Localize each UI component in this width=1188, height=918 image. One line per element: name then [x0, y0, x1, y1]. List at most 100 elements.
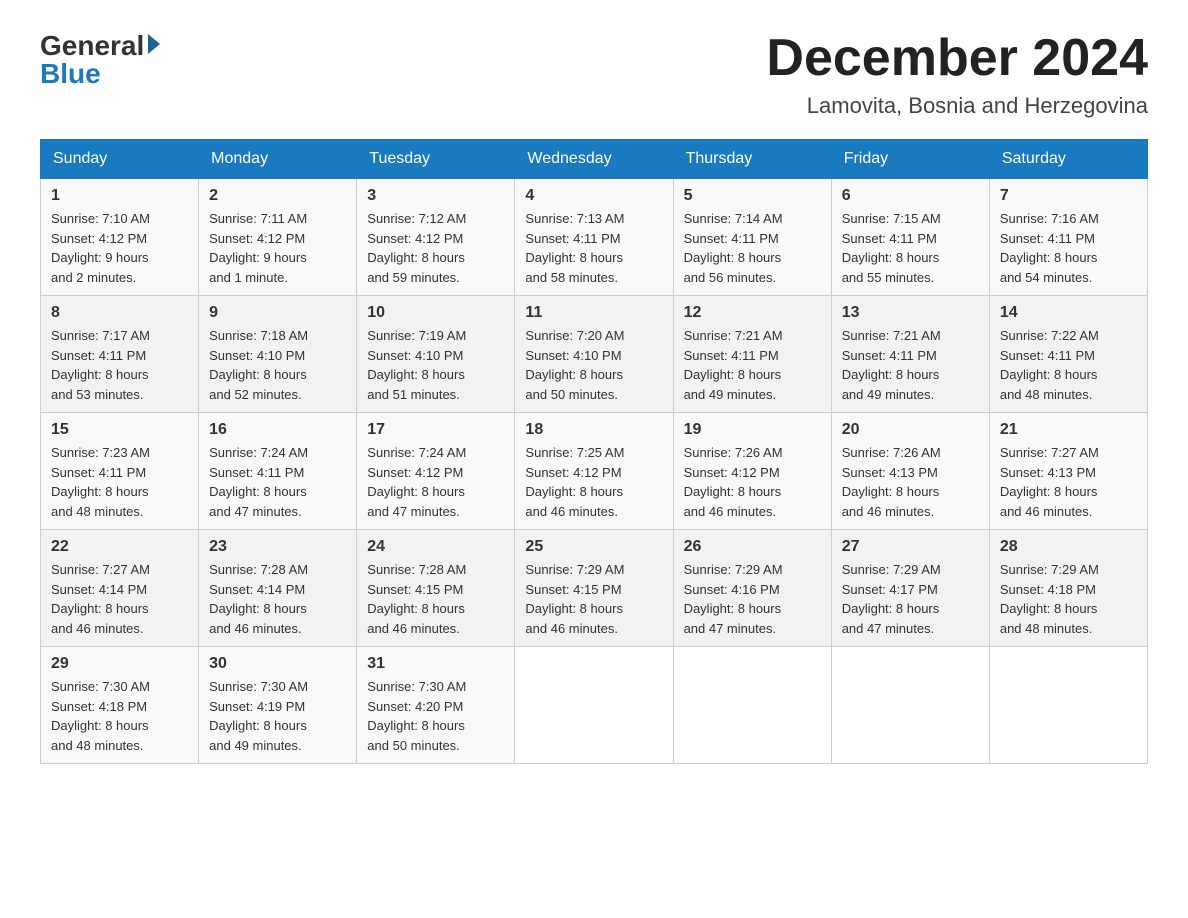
day-number: 25 [525, 538, 662, 556]
calendar-cell [831, 647, 989, 764]
logo: General Blue [40, 30, 160, 90]
title-section: December 2024 Lamovita, Bosnia and Herze… [766, 30, 1148, 119]
day-number: 14 [1000, 304, 1137, 322]
calendar-cell: 18 Sunrise: 7:25 AMSunset: 4:12 PMDayligh… [515, 413, 673, 530]
calendar-cell: 21 Sunrise: 7:27 AMSunset: 4:13 PMDayligh… [989, 413, 1147, 530]
calendar-cell: 27 Sunrise: 7:29 AMSunset: 4:17 PMDayligh… [831, 530, 989, 647]
header-sunday: Sunday [41, 140, 199, 179]
calendar-cell: 22 Sunrise: 7:27 AMSunset: 4:14 PMDayligh… [41, 530, 199, 647]
day-info: Sunrise: 7:16 AMSunset: 4:11 PMDaylight:… [1000, 211, 1099, 285]
logo-arrow-icon [148, 34, 160, 54]
day-info: Sunrise: 7:27 AMSunset: 4:13 PMDaylight:… [1000, 445, 1099, 519]
header-saturday: Saturday [989, 140, 1147, 179]
calendar-cell: 11 Sunrise: 7:20 AMSunset: 4:10 PMDayligh… [515, 296, 673, 413]
day-info: Sunrise: 7:14 AMSunset: 4:11 PMDaylight:… [684, 211, 783, 285]
calendar-cell: 9 Sunrise: 7:18 AMSunset: 4:10 PMDaylight… [199, 296, 357, 413]
day-number: 13 [842, 304, 979, 322]
calendar-week-2: 8Sunrise: 7:17 AMSunset: 4:11 PMDaylight… [41, 296, 1148, 413]
day-info: Sunrise: 7:20 AMSunset: 4:10 PMDaylight:… [525, 328, 624, 402]
calendar-week-3: 15Sunrise: 7:23 AMSunset: 4:11 PMDayligh… [41, 413, 1148, 530]
day-info: Sunrise: 7:25 AMSunset: 4:12 PMDaylight:… [525, 445, 624, 519]
day-info: Sunrise: 7:15 AMSunset: 4:11 PMDaylight:… [842, 211, 941, 285]
day-info: Sunrise: 7:24 AMSunset: 4:12 PMDaylight:… [367, 445, 466, 519]
header-row: SundayMondayTuesdayWednesdayThursdayFrid… [41, 140, 1148, 179]
calendar-cell: 30 Sunrise: 7:30 AMSunset: 4:19 PMDayligh… [199, 647, 357, 764]
day-info: Sunrise: 7:26 AMSunset: 4:12 PMDaylight:… [684, 445, 783, 519]
day-number: 23 [209, 538, 346, 556]
day-info: Sunrise: 7:24 AMSunset: 4:11 PMDaylight:… [209, 445, 308, 519]
day-number: 17 [367, 421, 504, 439]
day-number: 5 [684, 187, 821, 205]
day-number: 22 [51, 538, 188, 556]
day-info: Sunrise: 7:29 AMSunset: 4:16 PMDaylight:… [684, 562, 783, 636]
day-number: 18 [525, 421, 662, 439]
day-info: Sunrise: 7:30 AMSunset: 4:18 PMDaylight:… [51, 679, 150, 753]
calendar-cell: 4Sunrise: 7:13 AMSunset: 4:11 PMDaylight… [515, 179, 673, 296]
calendar-cell: 20 Sunrise: 7:26 AMSunset: 4:13 PMDayligh… [831, 413, 989, 530]
calendar-cell: 3Sunrise: 7:12 AMSunset: 4:12 PMDaylight… [357, 179, 515, 296]
day-number: 3 [367, 187, 504, 205]
day-info: Sunrise: 7:28 AMSunset: 4:14 PMDaylight:… [209, 562, 308, 636]
day-number: 30 [209, 655, 346, 673]
calendar-table: SundayMondayTuesdayWednesdayThursdayFrid… [40, 139, 1148, 764]
calendar-cell: 5 Sunrise: 7:14 AMSunset: 4:11 PMDaylight… [673, 179, 831, 296]
day-info: Sunrise: 7:21 AMSunset: 4:11 PMDaylight:… [684, 328, 783, 402]
calendar-cell: 1Sunrise: 7:10 AMSunset: 4:12 PMDaylight… [41, 179, 199, 296]
day-number: 6 [842, 187, 979, 205]
calendar-cell: 12 Sunrise: 7:21 AMSunset: 4:11 PMDayligh… [673, 296, 831, 413]
day-info: Sunrise: 7:30 AMSunset: 4:19 PMDaylight:… [209, 679, 308, 753]
calendar-cell: 14 Sunrise: 7:22 AMSunset: 4:11 PMDayligh… [989, 296, 1147, 413]
day-info: Sunrise: 7:26 AMSunset: 4:13 PMDaylight:… [842, 445, 941, 519]
calendar-week-5: 29 Sunrise: 7:30 AMSunset: 4:18 PMDayligh… [41, 647, 1148, 764]
day-number: 9 [209, 304, 346, 322]
calendar-cell: 26Sunrise: 7:29 AMSunset: 4:16 PMDayligh… [673, 530, 831, 647]
day-number: 27 [842, 538, 979, 556]
day-info: Sunrise: 7:29 AMSunset: 4:17 PMDaylight:… [842, 562, 941, 636]
calendar-cell: 7 Sunrise: 7:16 AMSunset: 4:11 PMDaylight… [989, 179, 1147, 296]
day-info: Sunrise: 7:22 AMSunset: 4:11 PMDaylight:… [1000, 328, 1099, 402]
header-friday: Friday [831, 140, 989, 179]
day-info: Sunrise: 7:19 AMSunset: 4:10 PMDaylight:… [367, 328, 466, 402]
header-thursday: Thursday [673, 140, 831, 179]
calendar-cell: 2 Sunrise: 7:11 AMSunset: 4:12 PMDaylight… [199, 179, 357, 296]
day-info: Sunrise: 7:28 AMSunset: 4:15 PMDaylight:… [367, 562, 466, 636]
subtitle: Lamovita, Bosnia and Herzegovina [766, 93, 1148, 119]
main-title: December 2024 [766, 30, 1148, 87]
day-number: 11 [525, 304, 662, 322]
calendar-cell [989, 647, 1147, 764]
calendar-cell: 24Sunrise: 7:28 AMSunset: 4:15 PMDayligh… [357, 530, 515, 647]
day-number: 7 [1000, 187, 1137, 205]
day-number: 8 [51, 304, 188, 322]
day-info: Sunrise: 7:29 AMSunset: 4:18 PMDaylight:… [1000, 562, 1099, 636]
day-info: Sunrise: 7:29 AMSunset: 4:15 PMDaylight:… [525, 562, 624, 636]
day-info: Sunrise: 7:30 AMSunset: 4:20 PMDaylight:… [367, 679, 466, 753]
calendar-cell: 16Sunrise: 7:24 AMSunset: 4:11 PMDayligh… [199, 413, 357, 530]
page-header: General Blue December 2024 Lamovita, Bos… [40, 30, 1148, 119]
calendar-cell: 28Sunrise: 7:29 AMSunset: 4:18 PMDayligh… [989, 530, 1147, 647]
calendar-cell: 29 Sunrise: 7:30 AMSunset: 4:18 PMDayligh… [41, 647, 199, 764]
calendar-cell: 8Sunrise: 7:17 AMSunset: 4:11 PMDaylight… [41, 296, 199, 413]
day-number: 31 [367, 655, 504, 673]
calendar-week-4: 22 Sunrise: 7:27 AMSunset: 4:14 PMDayligh… [41, 530, 1148, 647]
day-number: 2 [209, 187, 346, 205]
day-info: Sunrise: 7:27 AMSunset: 4:14 PMDaylight:… [51, 562, 150, 636]
day-number: 10 [367, 304, 504, 322]
day-info: Sunrise: 7:11 AMSunset: 4:12 PMDaylight:… [209, 211, 307, 285]
header-wednesday: Wednesday [515, 140, 673, 179]
header-tuesday: Tuesday [357, 140, 515, 179]
day-number: 1 [51, 187, 188, 205]
day-number: 21 [1000, 421, 1137, 439]
day-number: 29 [51, 655, 188, 673]
calendar-cell: 31 Sunrise: 7:30 AMSunset: 4:20 PMDayligh… [357, 647, 515, 764]
logo-blue: Blue [40, 58, 101, 90]
day-info: Sunrise: 7:13 AMSunset: 4:11 PMDaylight:… [525, 211, 624, 285]
day-number: 12 [684, 304, 821, 322]
day-info: Sunrise: 7:18 AMSunset: 4:10 PMDaylight:… [209, 328, 308, 402]
day-number: 19 [684, 421, 821, 439]
day-info: Sunrise: 7:21 AMSunset: 4:11 PMDaylight:… [842, 328, 941, 402]
day-number: 20 [842, 421, 979, 439]
calendar-cell [673, 647, 831, 764]
day-number: 15 [51, 421, 188, 439]
calendar-cell: 15Sunrise: 7:23 AMSunset: 4:11 PMDayligh… [41, 413, 199, 530]
calendar-cell: 10 Sunrise: 7:19 AMSunset: 4:10 PMDayligh… [357, 296, 515, 413]
